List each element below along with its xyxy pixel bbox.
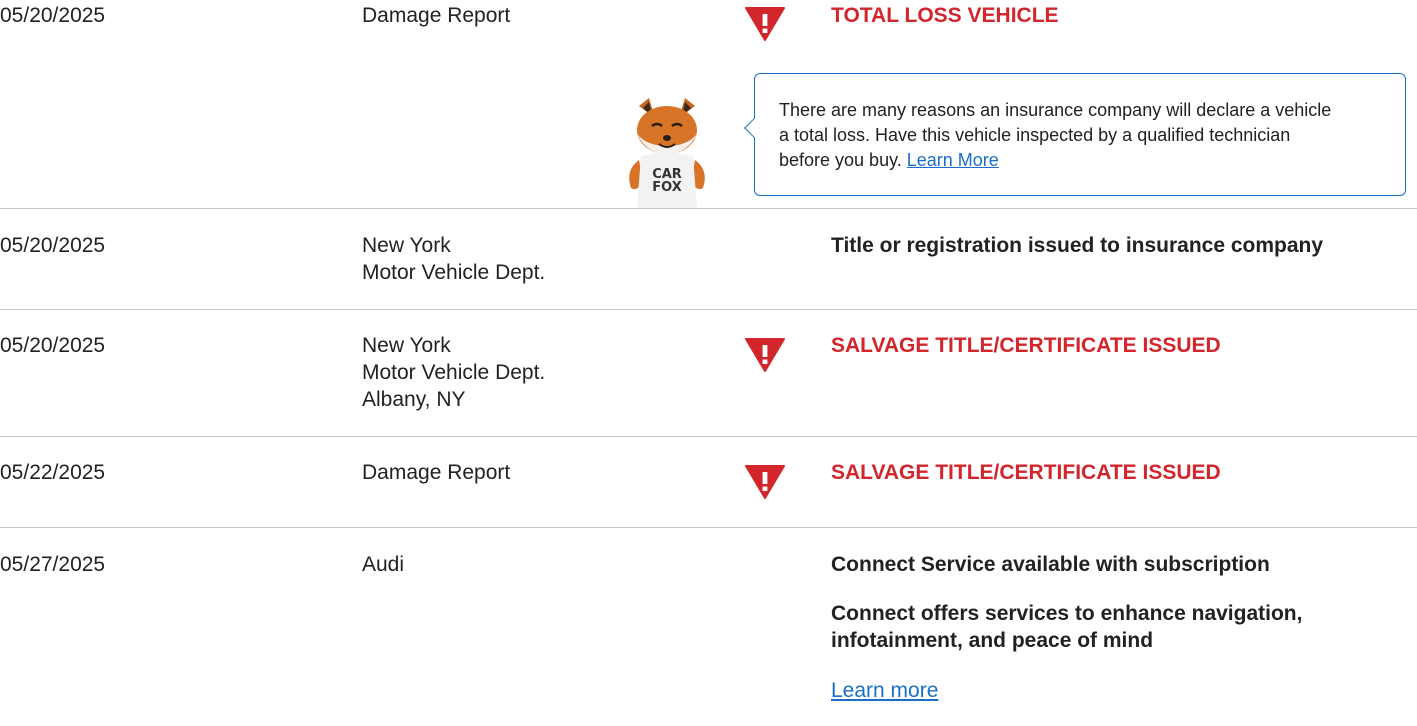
record-comment-alert: SALVAGE TITLE/CERTIFICATE ISSUED: [831, 461, 1221, 484]
tooltip-text-end: before you buy.: [779, 150, 902, 170]
tooltip-pointer: [744, 118, 764, 138]
record-source: Damage Report: [362, 2, 510, 29]
record-date: 05/20/2025: [0, 234, 106, 257]
row-divider: [0, 208, 1417, 209]
record-source: New York Motor Vehicle Dept. Albany, NY: [362, 332, 545, 413]
source-line: Audi: [362, 553, 405, 576]
tooltip-text-line: before you buy. Learn More: [779, 148, 1381, 173]
alert-triangle-icon: [745, 338, 785, 372]
record-comment: Connect Service available with subscript…: [831, 553, 1270, 576]
record-date: 05/20/2025: [0, 334, 106, 357]
comment-detail-line: infotainment, and peace of mind: [831, 629, 1154, 652]
row-divider: [0, 436, 1417, 437]
record-comment-alert: SALVAGE TITLE/CERTIFICATE ISSUED: [831, 334, 1221, 357]
source-line: Motor Vehicle Dept.: [362, 361, 546, 384]
source-line: New York: [362, 234, 451, 257]
alert-triangle-icon: [745, 7, 785, 41]
comment-detail-line: Connect offers services to enhance navig…: [831, 602, 1303, 625]
total-loss-tooltip: There are many reasons an insurance comp…: [744, 73, 1406, 196]
record-date: 05/22/2025: [0, 461, 106, 484]
source-line: Damage Report: [362, 461, 511, 484]
source-line: Motor Vehicle Dept.: [362, 261, 546, 284]
row-divider: [0, 309, 1417, 310]
record-source: New York Motor Vehicle Dept.: [362, 232, 545, 286]
record-comment-detail: Connect offers services to enhance navig…: [831, 600, 1391, 654]
carfox-mascot: CAR FOX: [629, 98, 705, 208]
record-source: Damage Report: [362, 459, 510, 486]
tooltip-learn-more-link[interactable]: Learn More: [907, 150, 999, 170]
source-line: New York: [362, 334, 451, 357]
record-comment: Title or registration issued to insuranc…: [831, 234, 1324, 257]
learn-more-link[interactable]: Learn more: [831, 679, 938, 702]
record-comment-link-wrap: Learn more: [831, 677, 1391, 704]
mascot-shirt-text: FOX: [652, 180, 682, 195]
source-line: Damage Report: [362, 4, 511, 27]
alert-triangle-icon: [745, 465, 785, 499]
record-comment-alert: TOTAL LOSS VEHICLE: [831, 4, 1059, 27]
record-date: 05/27/2025: [0, 553, 106, 576]
tooltip-text-line: a total loss. Have this vehicle inspecte…: [779, 125, 1291, 145]
source-line: Albany, NY: [362, 388, 466, 411]
record-date: 05/20/2025: [0, 4, 106, 27]
tooltip-text-line: There are many reasons an insurance comp…: [779, 100, 1332, 120]
row-divider: [0, 527, 1417, 528]
record-source: Audi: [362, 551, 404, 578]
